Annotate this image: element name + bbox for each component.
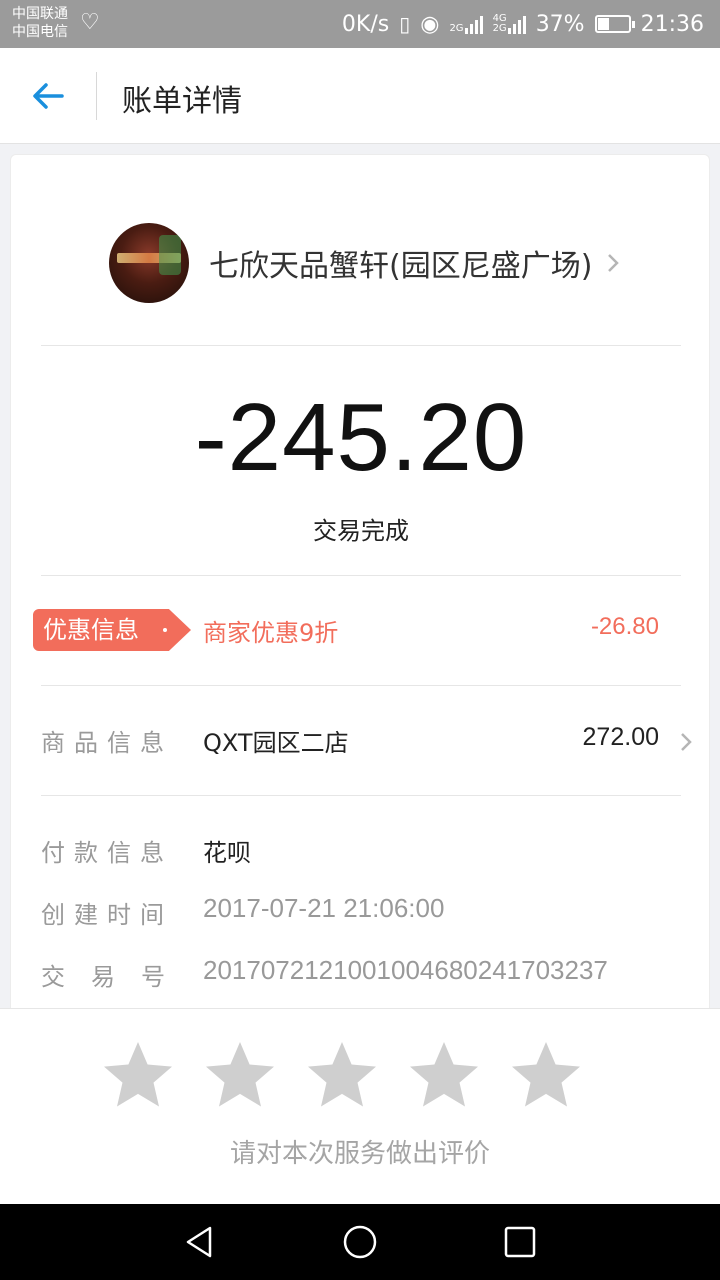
header-divider [96,72,97,120]
carrier-info: 中国联通 中国电信 [12,5,68,41]
back-arrow-icon[interactable] [28,76,68,116]
signal-bars-icon [507,14,526,34]
chevron-right-icon [608,254,620,272]
discount-description: 商家优惠9折 [203,619,339,647]
star-icon[interactable] [102,1039,174,1111]
home-nav-icon[interactable] [342,1224,378,1260]
goods-info-value[interactable]: QXT园区二店 [203,723,349,758]
goods-info-label: 商品信息 [41,729,173,757]
battery-percent: 37% [535,11,585,37]
created-time-label: 创建时间 [41,901,173,929]
goods-price: 272.00 [582,723,659,751]
navigation-bar [0,1204,720,1280]
carrier-2: 中国电信 [12,24,68,40]
divider [41,575,681,576]
battery-fill [597,18,609,30]
rating-prompt: 请对本次服务做出评价 [229,1139,490,1169]
status-bar: 中国联通 中国电信 ♡ 0K/s ▯ ◉ 2G 4G 2G 37% 21:36 [0,0,720,48]
discount-tag: 优惠信息 [33,609,191,651]
transaction-status: 交易完成 [313,517,409,545]
signal-1: 2G [449,14,483,34]
payment-info-label: 付款信息 [41,839,173,867]
payment-info-value: 花呗 [203,839,251,867]
network-speed: 0K/s [341,11,390,37]
star-icon[interactable] [510,1039,582,1111]
signal-bars-icon [464,14,483,34]
health-icon: ♡ [80,10,100,35]
star-rating[interactable] [102,1039,582,1111]
carrier-1: 中国联通 [12,6,68,22]
transaction-number-value: 2017072121001004680241703237 [203,955,608,985]
divider [41,345,681,346]
divider [41,795,681,796]
network-type-3: 2G [492,23,507,34]
eye-icon: ◉ [420,11,440,37]
divider [41,685,681,686]
merchant-name: 七欣天品蟹轩(园区尼盛广场) [209,249,593,284]
star-icon[interactable] [204,1039,276,1111]
transaction-number-label: 交易号 [41,963,191,991]
signal-2: 4G 2G [493,14,526,34]
battery-icon [594,15,635,33]
status-indicators: 0K/s ▯ ◉ 2G 4G 2G 37% 21:36 [342,9,704,39]
recent-apps-nav-icon[interactable] [502,1224,538,1260]
discount-tag-label: 优惠信息 [43,616,139,644]
bill-card: 七欣天品蟹轩(园区尼盛广场) -245.20 交易完成 优惠信息 商家优惠9折 … [10,154,710,1014]
star-icon[interactable] [306,1039,378,1111]
back-nav-icon[interactable] [182,1224,218,1260]
network-type-1: 2G [449,23,464,34]
merchant-row[interactable]: 七欣天品蟹轩(园区尼盛广场) [109,223,620,303]
star-icon[interactable] [408,1039,480,1111]
clock: 21:36 [640,11,704,37]
discount-amount: -26.80 [590,613,659,640]
vibrate-icon: ▯ [399,12,411,36]
created-time-value: 2017-07-21 21:06:00 [203,893,445,923]
rating-panel: 请对本次服务做出评价 [0,1008,720,1204]
transaction-amount: -245.20 [194,384,528,491]
chevron-right-icon[interactable] [679,731,693,753]
page-title: 账单详情 [122,84,242,119]
app-header: 账单详情 [0,48,720,144]
merchant-avatar [109,223,189,303]
